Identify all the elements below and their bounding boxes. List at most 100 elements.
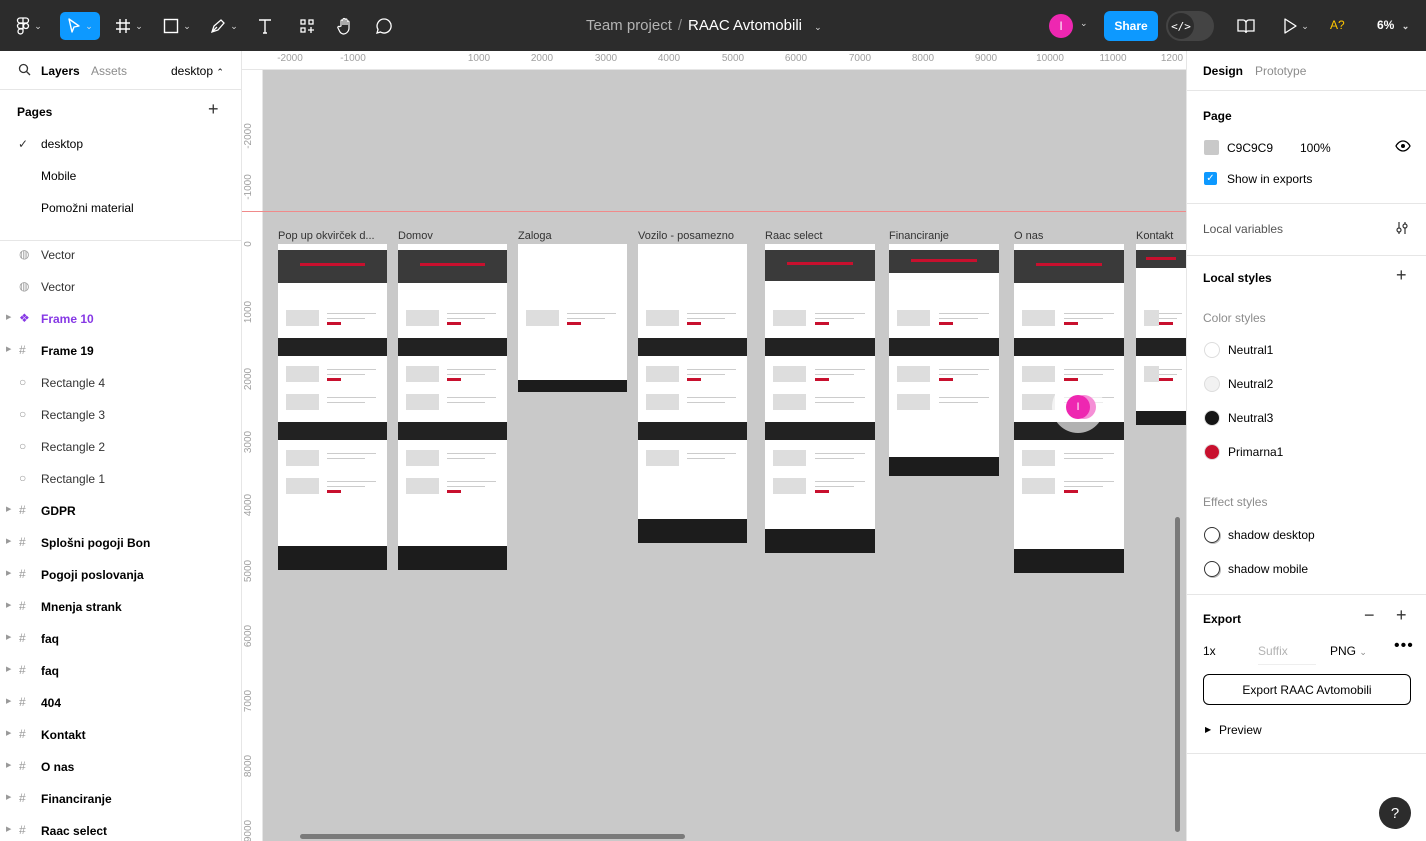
tab-assets[interactable]: Assets — [91, 64, 127, 78]
caret-right-icon[interactable]: ▶ — [6, 345, 11, 353]
frame-thumbnail[interactable] — [398, 244, 507, 570]
caret-right-icon[interactable]: ▶ — [6, 313, 11, 321]
color-style-name[interactable]: Neutral1 — [1228, 343, 1273, 357]
main-menu-button[interactable]: ⌄ — [14, 13, 44, 39]
caret-right-icon[interactable]: ▶ — [6, 601, 11, 609]
preview-toggle[interactable]: Preview — [1219, 723, 1262, 737]
layer-row[interactable]: ○ Rectangle 1 — [0, 463, 241, 495]
dev-mode-toggle[interactable]: </> — [1166, 11, 1214, 41]
caret-right-icon[interactable]: ▶ — [6, 729, 11, 737]
page-color-hex[interactable]: C9C9C9 — [1227, 141, 1273, 155]
layer-row[interactable]: ▶ # Mnenja strank — [0, 591, 241, 623]
frame-tool-button[interactable]: ⌄ — [112, 13, 146, 39]
frame-label[interactable]: Financiranje — [889, 230, 999, 242]
tab-design[interactable]: Design — [1203, 64, 1243, 78]
share-button[interactable]: Share — [1104, 11, 1158, 41]
frame-thumbnail[interactable] — [765, 244, 875, 553]
add-page-plus-icon[interactable]: + — [208, 100, 219, 118]
shape-tool-button[interactable]: ⌄ — [160, 13, 194, 39]
color-style-name[interactable]: Neutral3 — [1228, 411, 1273, 425]
vertical-scrollbar[interactable] — [1175, 517, 1180, 832]
page-opacity[interactable]: 100% — [1300, 141, 1331, 155]
export-format-select[interactable]: PNG ⌄ — [1330, 644, 1367, 658]
export-button[interactable]: Export RAAC Avtomobili — [1203, 674, 1411, 705]
hand-tool-button[interactable] — [334, 13, 356, 39]
caret-right-icon[interactable]: ▶ — [6, 825, 11, 833]
local-variables-label[interactable]: Local variables — [1203, 222, 1283, 236]
export-suffix-input[interactable]: Suffix — [1258, 644, 1316, 665]
page-item-pomozni-material[interactable]: Pomožni material — [41, 201, 134, 215]
font-warning-indicator[interactable]: A? — [1330, 18, 1345, 32]
color-style-name[interactable]: Primarna1 — [1228, 445, 1283, 459]
frame-label[interactable]: Raac select — [765, 230, 875, 242]
library-button[interactable] — [1236, 13, 1256, 39]
text-tool-button[interactable] — [255, 13, 275, 39]
caret-right-icon[interactable]: ▶ — [6, 633, 11, 641]
export-scale[interactable]: 1x — [1203, 644, 1216, 658]
layer-row[interactable]: ▶ # O nas — [0, 751, 241, 783]
layer-row[interactable]: ▶ # Pogoji poslovanja — [0, 559, 241, 591]
project-name[interactable]: Team project — [586, 17, 672, 34]
eye-icon[interactable] — [1395, 140, 1411, 152]
caret-right-icon[interactable]: ▶ — [6, 665, 11, 673]
tab-prototype[interactable]: Prototype — [1255, 64, 1306, 78]
resources-button[interactable] — [297, 13, 317, 39]
layer-row[interactable]: ▶ # GDPR — [0, 495, 241, 527]
pen-tool-button[interactable]: ⌄ — [207, 13, 241, 39]
add-export-plus-icon[interactable]: + — [1396, 605, 1407, 626]
comment-tool-button[interactable] — [374, 13, 394, 39]
chevron-down-icon[interactable]: ⌄ — [814, 22, 822, 32]
layer-row[interactable]: ◍ Vector — [0, 239, 241, 271]
frame-thumbnail[interactable] — [638, 244, 747, 543]
sliders-icon[interactable] — [1395, 221, 1409, 235]
design-canvas[interactable]: -2000 -1000 1000 2000 3000 4000 5000 6000 7000 80… — [242, 51, 1186, 841]
add-style-plus-icon[interactable]: + — [1396, 265, 1407, 286]
page-item-mobile[interactable]: Mobile — [41, 169, 76, 183]
layer-row[interactable]: ▶ #404 — [0, 687, 241, 719]
file-name[interactable]: RAAC Avtomobili — [688, 17, 802, 34]
layer-row[interactable]: ▶ # Frame 19 — [0, 335, 241, 367]
caret-right-icon[interactable]: ▶ — [6, 569, 11, 577]
frame-thumbnail[interactable] — [889, 244, 999, 476]
caret-right-icon[interactable]: ▶ — [6, 793, 11, 801]
layer-row[interactable]: ▶ # faq — [0, 623, 241, 655]
layer-row[interactable]: ▶ # Kontakt — [0, 719, 241, 751]
caret-right-icon[interactable]: ▶ — [6, 697, 11, 705]
layer-row[interactable]: ◍ Vector — [0, 271, 241, 303]
layer-row[interactable]: ○ Rectangle 4 — [0, 367, 241, 399]
frame-thumbnail[interactable] — [518, 244, 627, 392]
search-icon[interactable] — [18, 63, 31, 76]
frame-label[interactable]: Zaloga — [518, 230, 608, 242]
layer-row[interactable]: ▶ # Splošni pogoji Bon — [0, 527, 241, 559]
frame-label[interactable]: O nas — [1014, 230, 1124, 242]
frame-label[interactable]: Vozilo - posamezno — [638, 230, 746, 242]
layer-row[interactable]: ○ Rectangle 3 — [0, 399, 241, 431]
move-tool-button[interactable]: ⌄ — [60, 12, 100, 40]
frame-label[interactable]: Kontakt — [1136, 230, 1186, 242]
remove-export-minus-icon[interactable]: − — [1364, 605, 1375, 626]
caret-right-icon[interactable]: ▶ — [6, 761, 11, 769]
chevron-down-icon[interactable]: ⌄ — [1080, 18, 1088, 29]
present-button[interactable]: ⌄ — [1279, 13, 1313, 39]
help-button[interactable]: ? — [1379, 797, 1411, 829]
show-in-exports-checkbox[interactable]: ✓ — [1204, 172, 1217, 185]
caret-right-icon[interactable]: ▶ — [6, 505, 11, 513]
page-item-desktop[interactable]: desktop — [41, 137, 83, 151]
layer-row[interactable]: ▶ # Raac select — [0, 815, 241, 841]
frame-thumbnail[interactable] — [278, 244, 387, 570]
user-avatar[interactable]: I — [1049, 14, 1073, 38]
frame-label[interactable]: Domov — [398, 230, 488, 242]
layer-row[interactable]: ▶ ❖ Frame 10 — [0, 303, 241, 335]
tab-layers[interactable]: Layers — [41, 64, 80, 78]
layer-row[interactable]: ○ Rectangle 2 — [0, 431, 241, 463]
caret-right-icon[interactable]: ▶ — [1205, 725, 1211, 734]
caret-right-icon[interactable]: ▶ — [6, 537, 11, 545]
frame-thumbnail[interactable] — [1136, 244, 1186, 425]
more-options-icon[interactable]: ••• — [1394, 637, 1414, 655]
color-style-name[interactable]: Neutral2 — [1228, 377, 1273, 391]
layer-row[interactable]: ▶ # faq — [0, 655, 241, 687]
page-color-swatch[interactable] — [1204, 140, 1219, 155]
frame-label[interactable]: Pop up okvirček d... — [278, 230, 382, 242]
horizontal-scrollbar[interactable] — [300, 834, 685, 839]
effect-style-shadow-mobile[interactable]: shadow mobile — [1228, 562, 1308, 576]
